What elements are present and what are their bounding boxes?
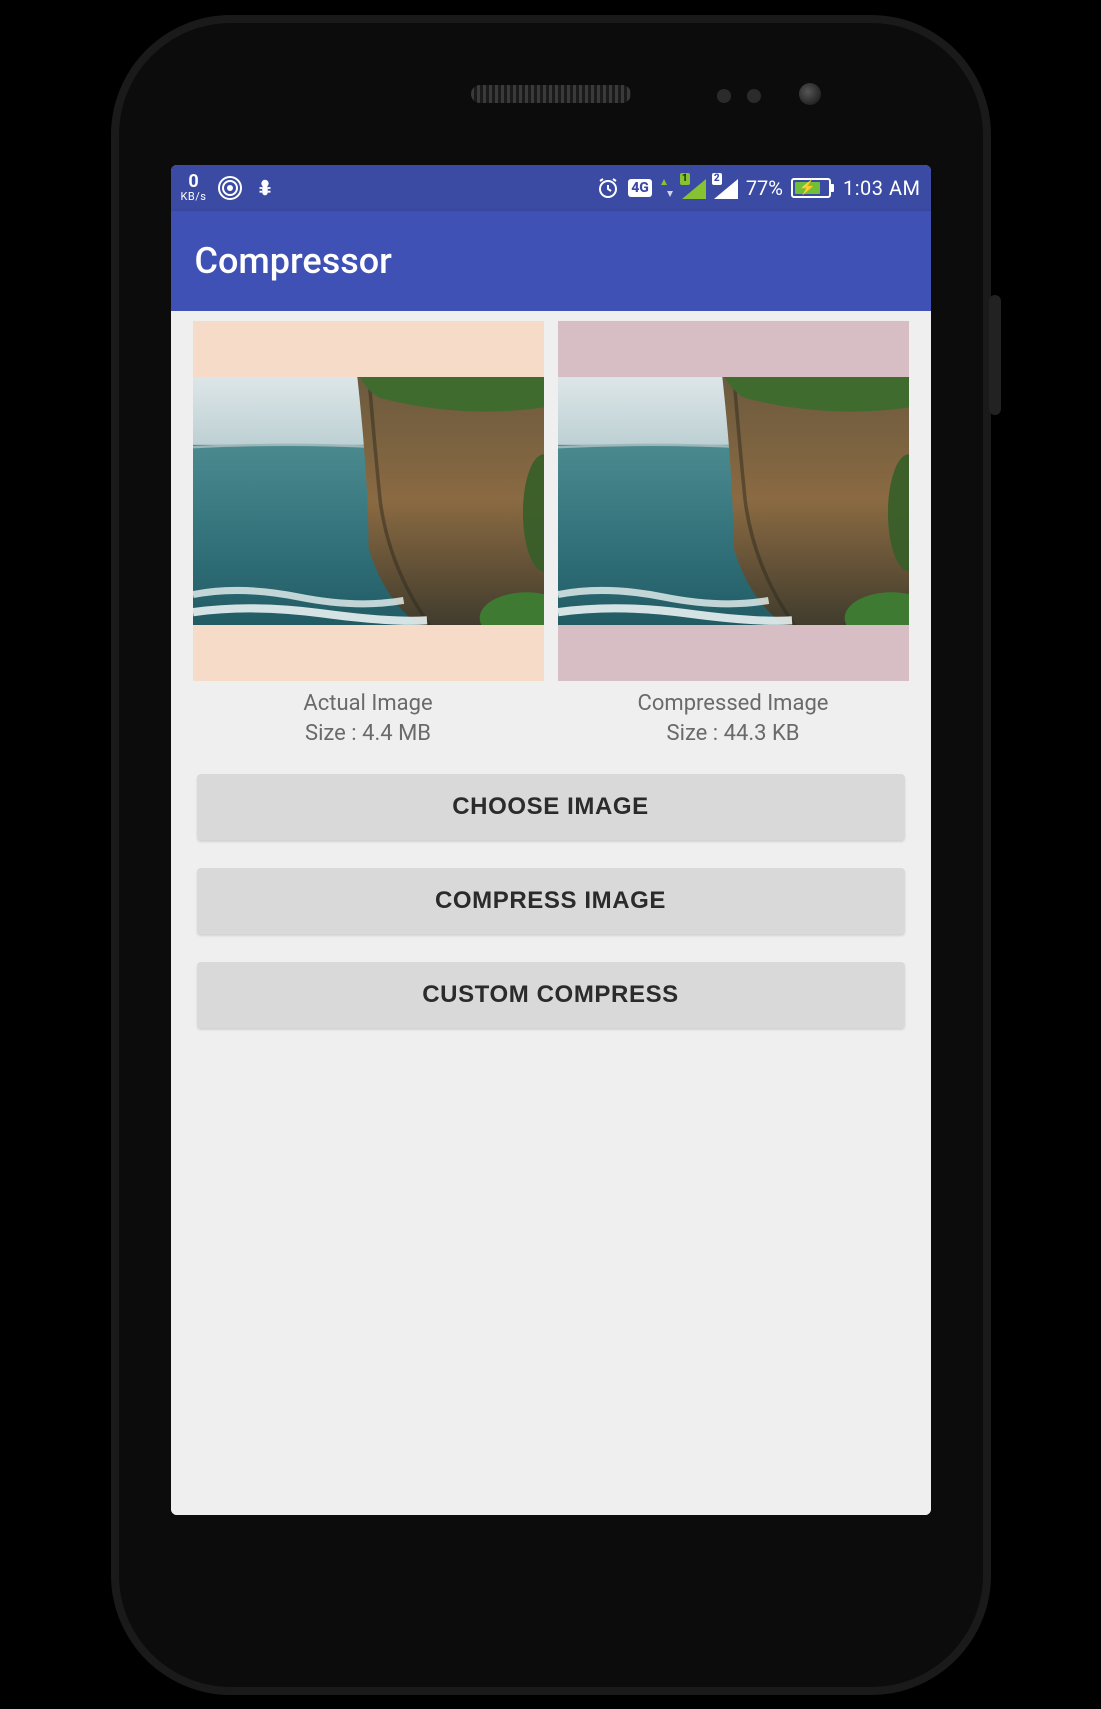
alarm-icon xyxy=(596,176,620,200)
button-column: CHOOSE IMAGE COMPRESS IMAGE CUSTOM COMPR… xyxy=(193,774,909,1028)
compress-image-button[interactable]: COMPRESS IMAGE xyxy=(197,868,905,934)
compressed-title: Compressed Image xyxy=(558,689,909,720)
sim2-signal: 2 xyxy=(714,177,738,199)
sensor-dot xyxy=(717,89,731,103)
compressed-image-card xyxy=(558,321,909,681)
sim1-signal: 1 xyxy=(682,177,706,199)
compressed-size: Size : 44.3 KB xyxy=(558,719,909,750)
phone-frame: 0 KB/s xyxy=(111,15,991,1695)
charging-icon: ⚡ xyxy=(799,181,816,195)
content: Actual Image Size : 4.4 MB xyxy=(171,311,931,1515)
actual-column: Actual Image Size : 4.4 MB xyxy=(193,321,544,751)
actual-caption: Actual Image Size : 4.4 MB xyxy=(193,689,544,751)
statusbar-left: 0 KB/s xyxy=(181,173,277,202)
sensor-dot xyxy=(747,89,761,103)
clock: 1:03 AM xyxy=(843,176,921,200)
actual-title: Actual Image xyxy=(193,689,544,720)
app-title: Compressor xyxy=(195,240,392,282)
custom-compress-button[interactable]: CUSTOM COMPRESS xyxy=(197,962,905,1028)
actual-size: Size : 4.4 MB xyxy=(193,719,544,750)
side-button xyxy=(989,295,1001,415)
battery-pct: 77% xyxy=(746,176,783,200)
compressed-image xyxy=(558,377,909,625)
actual-image-card xyxy=(193,321,544,681)
front-camera xyxy=(799,83,821,105)
debug-icon xyxy=(254,177,276,199)
data-speed-label: KB/s xyxy=(181,191,207,202)
choose-image-button[interactable]: CHOOSE IMAGE xyxy=(197,774,905,840)
statusbar-right: 4G 1 2 77% ⚡ 1:03 AM xyxy=(596,176,920,200)
network-badge: 4G xyxy=(628,179,652,197)
data-speed-value: 0 xyxy=(188,173,198,191)
compressed-column: Compressed Image Size : 44.3 KB xyxy=(558,321,909,751)
hotspot-icon xyxy=(218,176,242,200)
screen: 0 KB/s xyxy=(171,165,931,1515)
image-row: Actual Image Size : 4.4 MB xyxy=(193,321,909,751)
data-arrows-icon xyxy=(660,177,674,199)
battery-icon: ⚡ xyxy=(791,178,831,198)
compressed-caption: Compressed Image Size : 44.3 KB xyxy=(558,689,909,751)
actual-image xyxy=(193,377,544,625)
appbar: Compressor xyxy=(171,211,931,311)
data-speed: 0 KB/s xyxy=(181,173,207,202)
statusbar: 0 KB/s xyxy=(171,165,931,211)
